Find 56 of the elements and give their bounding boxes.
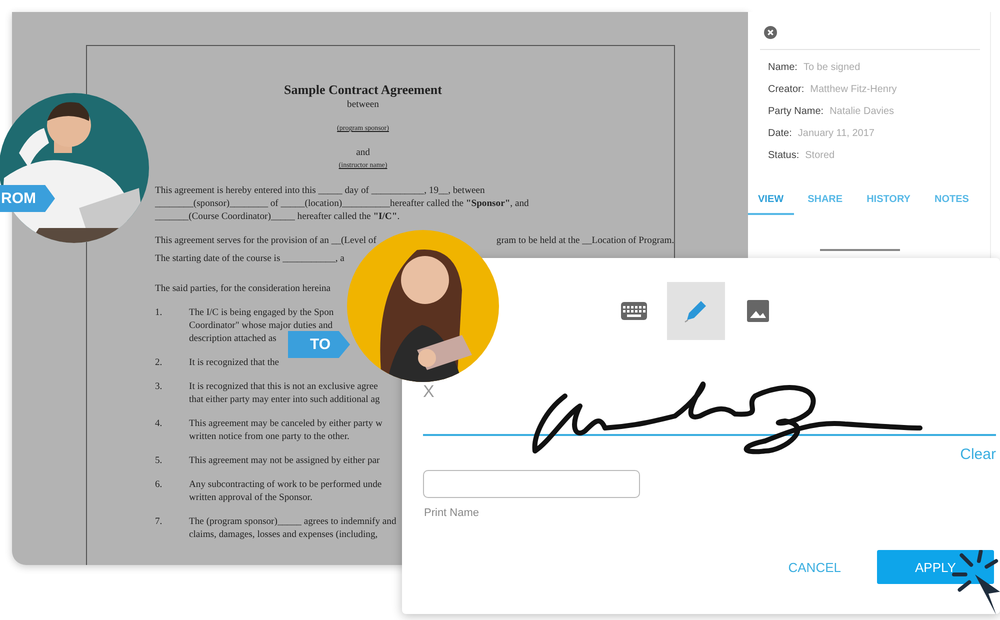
field-label: Date: xyxy=(768,128,792,141)
document-title: Sample Contract Agreement xyxy=(284,82,442,98)
document-text: written notice from one party to the other. xyxy=(189,430,350,443)
sender-badge: ROM xyxy=(0,185,55,212)
clause-number: 7. xyxy=(155,515,164,529)
cancel-button[interactable]: CANCEL xyxy=(788,560,841,574)
tab[interactable]: SHARE xyxy=(798,194,853,215)
keyboard-icon xyxy=(621,302,647,320)
document-text: and xyxy=(356,146,370,159)
document-text: gram to be held at the __Location of Program. xyxy=(496,234,674,247)
clause-number: 6. xyxy=(155,478,164,492)
field-label: Creator: xyxy=(768,84,804,97)
clause-number: 3. xyxy=(155,380,164,394)
pencil-icon xyxy=(683,298,709,324)
document-text: This agreement is hereby entered into this _____ day of ___________, 19__, between xyxy=(155,184,485,197)
clause-number: 4. xyxy=(155,417,164,431)
document-text: Any subcontracting of work to be performed unde xyxy=(189,478,382,491)
tab[interactable]: HISTORY xyxy=(856,194,920,215)
sign-here-mark: X xyxy=(423,382,434,402)
recipient-badge: TO xyxy=(288,331,350,358)
clause-number: 2. xyxy=(155,356,164,369)
field-label: Name: xyxy=(768,62,798,75)
field-label: Status: xyxy=(768,150,800,163)
field-value: Matthew Fitz-Henry xyxy=(810,84,897,97)
clause-number: 5. xyxy=(155,454,164,467)
document-text: between xyxy=(347,98,379,111)
apply-button[interactable]: APPLY xyxy=(877,550,994,584)
document-text: This agreement may not be assigned by either par xyxy=(189,454,380,467)
tab[interactable]: VIEW xyxy=(748,194,794,215)
document-text: description attached as xyxy=(189,332,276,345)
document-text: The I/C is being engaged by the Spon xyxy=(189,306,334,319)
field-value: To be signed xyxy=(803,62,860,75)
document-text: It is recognized that this is not an exclusive agree xyxy=(189,380,378,393)
document-text: claims, damages, losses and expenses (including, xyxy=(189,528,378,541)
document-text: This agreement may be canceled by either party w xyxy=(189,417,382,430)
print-name-field[interactable] xyxy=(423,470,640,498)
field-value: Stored xyxy=(805,150,835,163)
document-text: This agreement serves for the provision of an __(Level of xyxy=(155,234,376,247)
document-text: It is recognized that the xyxy=(189,356,280,369)
close-icon[interactable] xyxy=(764,26,777,39)
document-text: _______(Course Coordinator)_____ hereafter called the "I/C". xyxy=(155,210,400,223)
clause-number: 1. xyxy=(155,306,164,320)
clear-link[interactable]: Clear xyxy=(960,446,996,463)
field-label: Party Name: xyxy=(768,106,824,119)
document-text: The (program sponsor)_____ agrees to indemnify and xyxy=(189,515,396,528)
field-value: January 11, 2017 xyxy=(798,128,874,141)
tab[interactable]: NOTES xyxy=(924,194,979,215)
document-text: The starting date of the course is ___________, a xyxy=(155,252,344,265)
image-icon xyxy=(747,300,769,322)
document-text: ________(sponsor)________ of _____(location)__________hereafter called the "Sponsor", and xyxy=(155,197,529,210)
document-text: that either party may enter into such additional ag xyxy=(189,393,380,406)
document-text: written approval of the Sponsor. xyxy=(189,491,312,504)
field-label: Print Name xyxy=(424,507,480,519)
field-value: Natalie Davies xyxy=(830,106,894,119)
document-text: The said parties, for the consideration hereina xyxy=(155,282,331,295)
document-text: Coordinator" whose major duties and xyxy=(189,319,333,332)
